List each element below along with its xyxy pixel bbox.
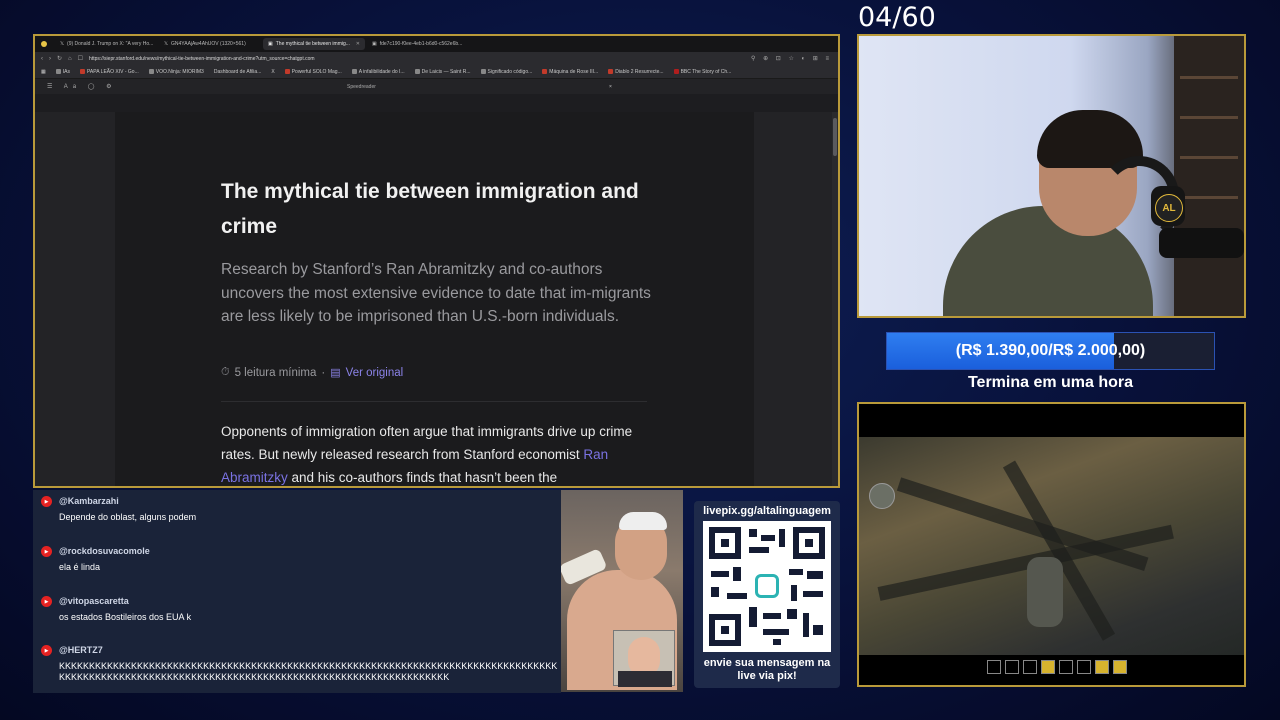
channel-logo: AL bbox=[1155, 194, 1183, 222]
bookmark-item[interactable]: Diablo 2 Resurrecte... bbox=[608, 69, 664, 75]
home-icon[interactable]: ⌂ bbox=[68, 56, 72, 62]
bookmark-item[interactable]: De Laicis — Saint R... bbox=[414, 69, 471, 75]
browser-tab[interactable]: ▣ fde7c190-f0ee-4eb1-b6d0-c562e6b... bbox=[367, 38, 469, 50]
chat-username: @rockdosuvacomole bbox=[59, 546, 150, 556]
minimap bbox=[869, 483, 895, 509]
chat-text: os estados Bostileiros dos EUA k bbox=[59, 612, 192, 622]
bookmark-item[interactable]: VOO.Ninja: MIORIM3 bbox=[148, 69, 204, 75]
x-icon: 𝕏 bbox=[164, 41, 169, 47]
close-tab-icon[interactable]: ✕ bbox=[356, 41, 360, 47]
chat-text: ela é linda bbox=[59, 562, 101, 572]
address-bar: ‹ › ↻ ⌂ ☐ https://siepr.stanford.edu/new… bbox=[35, 52, 838, 65]
read-time: 5 leitura mínima bbox=[234, 366, 317, 379]
youtube-icon: ▶ bbox=[41, 496, 52, 507]
cta-line: live via pix! bbox=[737, 670, 797, 682]
divider bbox=[221, 401, 647, 402]
bookmark-item[interactable]: Dashboard de Afilia... bbox=[214, 69, 262, 75]
forward-icon[interactable]: › bbox=[49, 56, 51, 62]
article-body: Opponents of immigration often argue tha… bbox=[221, 420, 656, 486]
tab-label: fde7c190-f0ee-4eb1-b6d0-c562e6b... bbox=[379, 41, 463, 47]
goal-text: (R$ 1.390,00/R$ 2.000,00) bbox=[955, 342, 1146, 359]
pix-url: livepix.gg/altalinguagem bbox=[703, 505, 831, 517]
scrollbar-thumb[interactable] bbox=[833, 118, 837, 156]
meta-separator: · bbox=[321, 366, 326, 379]
video-clip bbox=[561, 490, 683, 692]
page-icon: ▣ bbox=[372, 41, 377, 47]
bookmark-item[interactable]: Máquina de Rose III... bbox=[542, 69, 598, 75]
reader-toolbar: ☰ Aa ◯ ⚙ Speedreader × bbox=[35, 79, 838, 94]
tab-label: (9) Donald J. Trump on X: "A very Ho... bbox=[67, 41, 154, 47]
tab-bar: 𝕏 (9) Donald J. Trump on X: "A very Ho...… bbox=[35, 36, 838, 52]
bookmark-item[interactable]: BBC The Story of Ch... bbox=[673, 69, 731, 75]
pix-logo-icon bbox=[755, 574, 779, 598]
qr-code bbox=[703, 521, 831, 652]
youtube-icon: ▶ bbox=[41, 546, 52, 557]
scrollbar[interactable] bbox=[832, 112, 838, 486]
browser-tab-active[interactable]: ▣ The mythical tie between immig... ✕ bbox=[263, 38, 365, 50]
bookmark-item[interactable]: IAs bbox=[55, 69, 70, 75]
bookmarks-bar: ▦ IAs PAPA LEÃO XIV - Go... VOO.Ninja: M… bbox=[35, 65, 838, 79]
reader-tools-icons[interactable]: ☰ Aa ◯ ⚙ bbox=[47, 83, 347, 90]
donation-counter: 04/60 bbox=[858, 2, 936, 33]
article: The mythical tie between immigration and… bbox=[115, 112, 754, 486]
back-icon[interactable]: ‹ bbox=[41, 56, 43, 62]
tab-label: GN4YAAjAw4AhUOV (1320×561) bbox=[171, 41, 246, 47]
pix-qr-panel: livepix.gg/altalinguagem envie sua mensa… bbox=[694, 501, 840, 688]
browser-tab[interactable]: 𝕏 (9) Donald J. Trump on X: "A very Ho... bbox=[55, 38, 157, 50]
tab-label: The mythical tie between immig... bbox=[275, 41, 350, 47]
reader-title: Speedreader bbox=[347, 83, 376, 90]
reload-icon[interactable]: ↻ bbox=[57, 55, 62, 62]
pix-call-to-action: envie sua mensagem na live via pix! bbox=[694, 657, 840, 683]
youtube-icon: ▶ bbox=[41, 596, 52, 607]
chat-text: KKKKKKKKKKKKKKKKKKKKKKKKKKKKKKKKKKKKKKKK… bbox=[59, 661, 558, 682]
video-person-hair bbox=[619, 512, 667, 530]
bookmark-icon[interactable]: ☐ bbox=[78, 55, 83, 62]
cta-line: envie sua mensagem na bbox=[703, 657, 831, 669]
browser-tab[interactable]: 𝕏 GN4YAAjAw4AhUOV (1320×561) bbox=[159, 38, 261, 50]
article-subtitle: Research by Stanford’s Ran Abramitzky an… bbox=[221, 261, 651, 325]
bookmark-item[interactable]: A infalibilidade do I... bbox=[351, 69, 405, 75]
url-field[interactable]: https://siepr.stanford.edu/news/mythical… bbox=[89, 56, 745, 62]
goal-deadline: Termina em uma hora bbox=[967, 374, 1134, 391]
browser-window: 𝕏 (9) Donald J. Trump on X: "A very Ho...… bbox=[33, 34, 840, 488]
game-character bbox=[1027, 557, 1063, 627]
bookshelf bbox=[1174, 36, 1244, 316]
clock-icon: ⏱ bbox=[221, 366, 230, 378]
game-capture bbox=[857, 402, 1246, 687]
chat-username: @HERTZ7 bbox=[59, 645, 103, 655]
document-icon: ▤ bbox=[330, 367, 341, 379]
chat-text: Depende do oblast, alguns podem bbox=[59, 512, 197, 522]
browser-logo-icon bbox=[41, 41, 47, 47]
reader-view: The mythical tie between immigration and… bbox=[35, 112, 838, 486]
game-scene bbox=[859, 437, 1244, 674]
bookmark-item[interactable]: PAPA LEÃO XIV - Go... bbox=[79, 69, 139, 75]
youtube-icon: ▶ bbox=[41, 645, 52, 656]
game-hotbar bbox=[987, 660, 1127, 674]
webcam-feed: AL bbox=[857, 34, 1246, 318]
bookmark-item[interactable]: X bbox=[271, 69, 274, 75]
page-icon: ▣ bbox=[268, 41, 273, 47]
bookmark-item[interactable]: Powerful SOLO Mag... bbox=[284, 69, 342, 75]
chat-username: @Kambarzahi bbox=[59, 496, 119, 506]
chat-panel: ▶ @Kambarzahi Depende do oblast, alguns … bbox=[33, 490, 561, 693]
body-text: and his co-authors finds that hasn’t bee… bbox=[287, 470, 558, 485]
body-text: Opponents of immigration often argue tha… bbox=[221, 424, 633, 462]
chat-username: @vitopascaretta bbox=[59, 596, 129, 606]
toolbar-icons[interactable]: ⚲ ⊕ ⊡ ☆ ◐ ⊞ ≡ bbox=[751, 55, 832, 62]
apps-grid-icon[interactable]: ▦ bbox=[41, 69, 46, 75]
view-original-link[interactable]: Ver original bbox=[346, 367, 404, 379]
x-icon: 𝕏 bbox=[60, 41, 65, 47]
microphone bbox=[1159, 228, 1244, 258]
article-meta: ⏱ 5 leitura mínima · ▤ Ver original bbox=[221, 366, 403, 379]
video-inset-photo bbox=[613, 630, 675, 687]
article-title: The mythical tie between immigration and… bbox=[221, 180, 639, 238]
bookmark-item[interactable]: Significado código... bbox=[480, 69, 532, 75]
donation-goal-bar: (R$ 1.390,00/R$ 2.000,00) bbox=[886, 332, 1215, 370]
reader-close-icon[interactable]: × bbox=[609, 84, 612, 90]
